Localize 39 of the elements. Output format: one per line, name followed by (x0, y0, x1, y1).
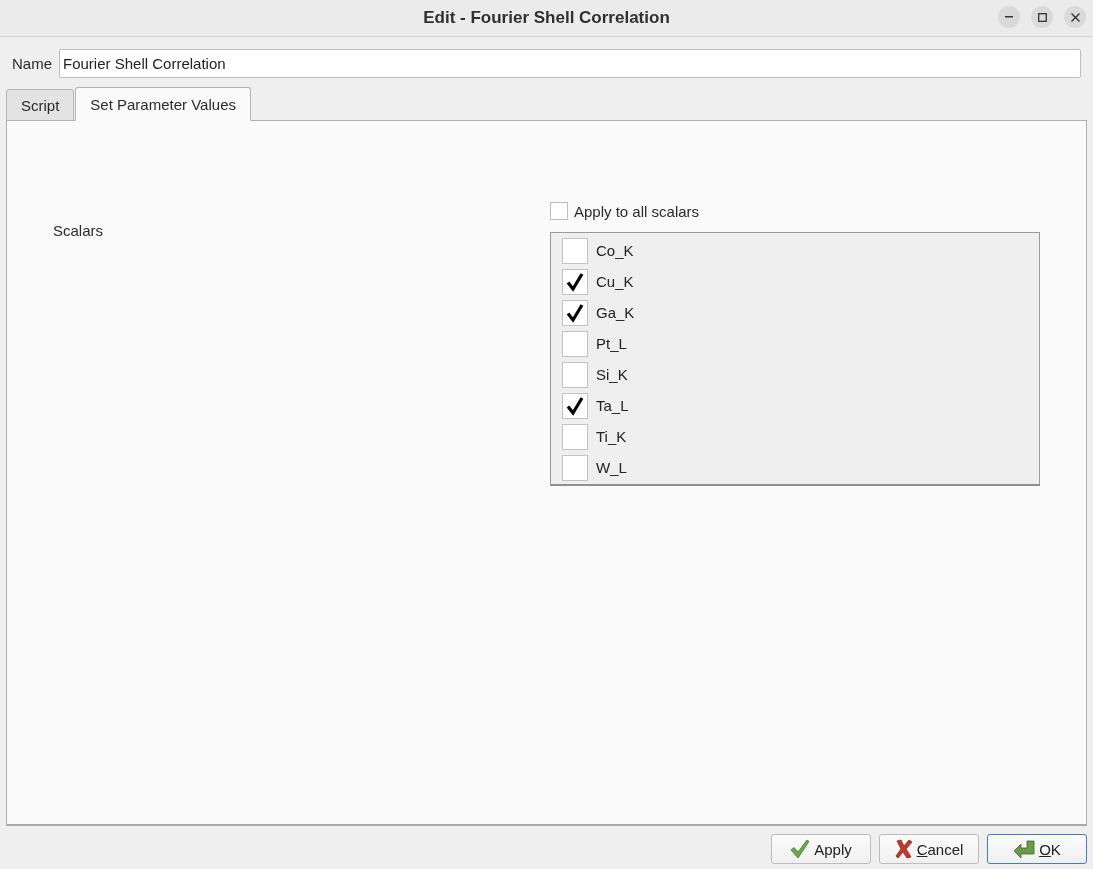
check-icon (565, 302, 585, 323)
cancel-button[interactable]: Cancel (879, 834, 979, 864)
list-item-label: Ga_K (596, 304, 635, 321)
list-item-label: Ti_K (596, 428, 627, 445)
checkbox[interactable] (562, 392, 588, 419)
checkbox-label: Apply to all scalars (574, 202, 700, 220)
minimize-button[interactable] (998, 6, 1020, 28)
check-icon (565, 271, 585, 292)
checkbox[interactable] (562, 330, 588, 357)
checkbox[interactable] (562, 237, 588, 264)
checkbox[interactable] (562, 361, 588, 388)
maximize-button[interactable] (1031, 6, 1053, 28)
minimize-icon (1005, 16, 1013, 18)
name-input[interactable]: Fourier Shell Correlation (59, 49, 1081, 78)
maximize-icon (1037, 12, 1047, 22)
close-button[interactable] (1064, 6, 1086, 28)
window-title: Edit - Fourier Shell Correlation (423, 8, 670, 28)
list-item-label: Ta_L (596, 397, 629, 414)
tab[interactable]: Set Parameter Values (75, 87, 251, 121)
check-icon (790, 839, 811, 859)
return-arrow-icon (1013, 840, 1036, 858)
list-item-label: Co_K (596, 242, 634, 259)
checkbox[interactable] (562, 423, 588, 450)
scalars-label: Scalars (53, 222, 104, 239)
tab[interactable]: Script (6, 89, 75, 121)
apply-button[interactable]: Apply (771, 834, 871, 864)
close-icon (1070, 12, 1080, 22)
checkbox[interactable] (562, 454, 588, 481)
list-item-label: Si_K (596, 366, 628, 383)
check-icon (565, 395, 585, 416)
list-item-label: Cu_K (596, 273, 634, 290)
x-icon (894, 839, 913, 859)
list-item-label: Pt_L (596, 335, 627, 352)
list-item-label: W_L (596, 459, 627, 476)
checkbox[interactable] (562, 299, 588, 326)
name-label: Name (12, 55, 52, 72)
checkbox[interactable] (562, 268, 588, 295)
ok-button[interactable]: OK (987, 834, 1087, 864)
checkbox[interactable] (550, 202, 568, 220)
